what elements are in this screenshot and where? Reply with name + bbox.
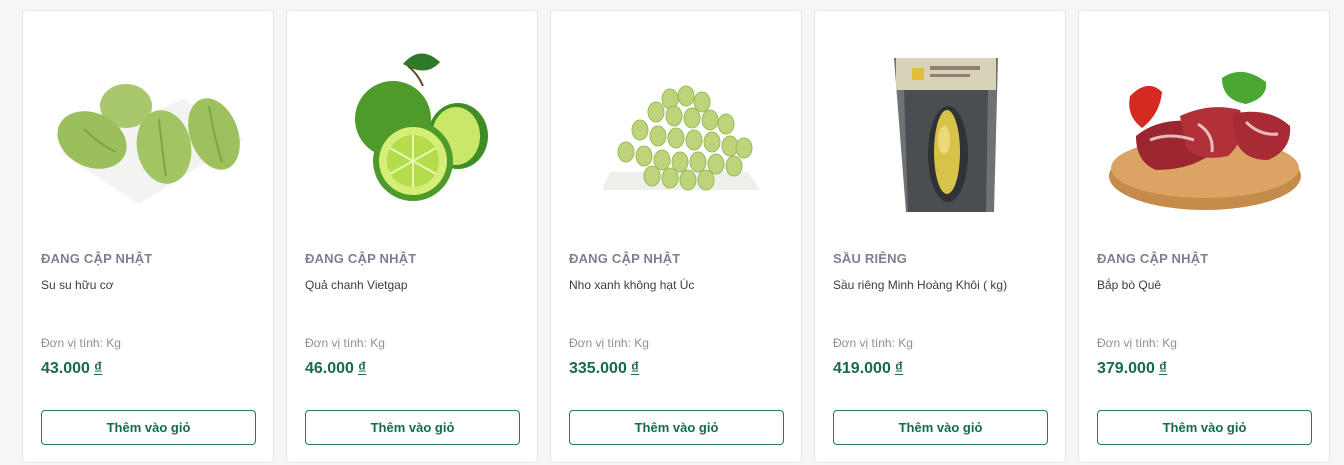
product-name[interactable]: Su su hữu cơ [41, 278, 114, 292]
product-category: ĐANG CẬP NHẬT [1097, 251, 1209, 266]
product-card[interactable]: ĐANG CẬP NHẬT Su su hữu cơ Đơn vị tính: … [22, 10, 274, 463]
product-price: 419.000 ₫ [833, 360, 903, 378]
add-to-cart-button[interactable]: Thêm vào giỏ [1097, 410, 1312, 445]
currency-symbol: ₫ [93, 360, 103, 377]
product-price: 43.000 ₫ [41, 360, 102, 378]
currency-symbol: ₫ [357, 360, 367, 377]
product-name[interactable]: Bắp bò Quê [1097, 278, 1161, 292]
product-category: ĐANG CẬP NHẬT [305, 251, 417, 266]
price-value: 46.000 [305, 360, 354, 377]
price-value: 379.000 [1097, 360, 1155, 377]
product-price: 379.000 ₫ [1097, 360, 1167, 378]
product-category: ĐANG CẬP NHẬT [41, 251, 153, 266]
product-name[interactable]: Nho xanh không hạt Úc [569, 278, 694, 292]
product-image[interactable] [1097, 39, 1313, 229]
price-value: 419.000 [833, 360, 891, 377]
product-name[interactable]: Sầu riêng Minh Hoàng Khôi ( kg) [833, 278, 1007, 292]
add-to-cart-button[interactable]: Thêm vào giỏ [569, 410, 784, 445]
add-to-cart-button[interactable]: Thêm vào giỏ [41, 410, 256, 445]
product-card[interactable]: ĐANG CẬP NHẬT Bắp bò Quê Đơn vị tính: Kg… [1078, 10, 1330, 463]
add-to-cart-button[interactable]: Thêm vào giỏ [833, 410, 1048, 445]
product-card[interactable]: ĐANG CẬP NHẬT Nho xanh không hạt Úc Đơn … [550, 10, 802, 463]
product-unit: Đơn vị tính: Kg [1097, 336, 1177, 350]
product-name[interactable]: Quả chanh Vietgap [305, 278, 408, 292]
product-image[interactable] [569, 39, 785, 229]
product-image[interactable] [305, 39, 521, 229]
product-card[interactable]: SẦU RIÊNG Sầu riêng Minh Hoàng Khôi ( kg… [814, 10, 1066, 463]
product-image[interactable] [833, 39, 1049, 229]
currency-symbol: ₫ [894, 360, 904, 377]
price-value: 335.000 [569, 360, 627, 377]
currency-symbol: ₫ [1158, 360, 1168, 377]
product-category: ĐANG CẬP NHẬT [569, 251, 681, 266]
product-grid: ĐANG CẬP NHẬT Su su hữu cơ Đơn vị tính: … [22, 10, 1330, 463]
product-unit: Đơn vị tính: Kg [833, 336, 913, 350]
product-unit: Đơn vị tính: Kg [569, 336, 649, 350]
price-value: 43.000 [41, 360, 90, 377]
product-card[interactable]: ĐANG CẬP NHẬT Quả chanh Vietgap Đơn vị t… [286, 10, 538, 463]
product-price: 46.000 ₫ [305, 360, 366, 378]
currency-symbol: ₫ [630, 360, 640, 377]
product-unit: Đơn vị tính: Kg [305, 336, 385, 350]
product-category: SẦU RIÊNG [833, 251, 908, 266]
product-price: 335.000 ₫ [569, 360, 639, 378]
product-image[interactable] [41, 39, 257, 229]
product-unit: Đơn vị tính: Kg [41, 336, 121, 350]
add-to-cart-button[interactable]: Thêm vào giỏ [305, 410, 520, 445]
